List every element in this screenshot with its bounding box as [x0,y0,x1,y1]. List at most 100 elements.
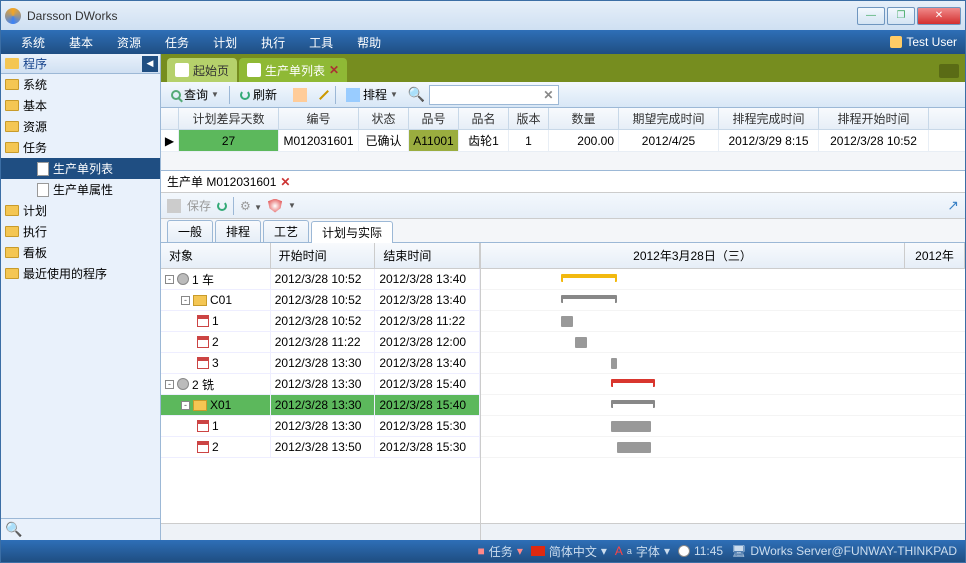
detail-row[interactable]: 12012/3/28 10:522012/3/28 11:22 [161,311,480,332]
sidebar-item[interactable]: 任务 [1,137,160,158]
grid-column[interactable]: 排程完成时间 [719,108,819,129]
menu-资源[interactable]: 资源 [105,34,153,51]
search-input[interactable] [429,85,559,105]
gantt-row [481,374,965,395]
sidebar-item[interactable]: 基本 [1,95,160,116]
refresh-button[interactable]: 刷新 [234,84,283,105]
col-start[interactable]: 开始时间 [271,243,376,268]
subtab[interactable]: 排程 [215,220,261,242]
detail-row[interactable]: 22012/3/28 11:222012/3/28 12:00 [161,332,480,353]
detail-row[interactable]: -2 铣2012/3/28 13:302012/3/28 15:40 [161,374,480,395]
gantt-row [481,332,965,353]
subtab[interactable]: 工艺 [263,220,309,242]
toolbar-edit[interactable] [317,87,331,103]
toolbar-action-1[interactable] [287,86,313,104]
binoculars-icon: 🔍 [408,86,425,103]
detail-row[interactable]: 12012/3/28 13:302012/3/28 15:30 [161,416,480,437]
sidebar-item[interactable]: 系统 [1,74,160,95]
gantt-bar[interactable] [561,274,617,282]
sidebar-item[interactable]: 执行 [1,221,160,242]
tree-toggle[interactable]: - [165,380,174,389]
tab-close-icon[interactable]: ✕ [329,63,339,77]
sidebar-item[interactable]: 生产单列表 [1,158,160,179]
sidebar-header: 程序 ◀ [1,54,160,74]
gantt-bar[interactable] [611,379,655,387]
grid-column[interactable]: 排程开始时间 [819,108,929,129]
toolbar-split[interactable]: ⚙ ▼ [240,199,262,213]
gantt-bar[interactable] [561,316,573,327]
grid-column[interactable]: 计划差异天数 [179,108,279,129]
close-button[interactable]: ✕ [917,7,961,25]
gantt-bar[interactable] [617,442,651,453]
folder-icon [193,400,207,411]
menu-计划[interactable]: 计划 [201,34,249,51]
grid-column[interactable]: 期望完成时间 [619,108,719,129]
sidebar-item[interactable]: 计划 [1,200,160,221]
tree-toggle[interactable]: - [165,275,174,284]
detail-row[interactable]: 22012/3/28 13:502012/3/28 15:30 [161,437,480,458]
clock-icon [678,545,690,557]
gantt-bar[interactable] [575,337,587,348]
user-label[interactable]: Test User [890,35,957,49]
subtab[interactable]: 一般 [167,220,213,242]
document-tab[interactable]: 起始页 [167,58,237,82]
detail-row[interactable]: -C012012/3/28 10:522012/3/28 13:40 [161,290,480,311]
tree-toggle[interactable]: - [181,296,190,305]
h-scrollbar[interactable] [161,523,480,540]
gantt-row [481,437,965,458]
doc-icon [37,183,49,197]
clear-search-button[interactable]: ✕ [543,88,553,102]
sidebar-item[interactable]: 资源 [1,116,160,137]
titlebar: Darsson DWorks — ❐ ✕ [1,1,965,30]
sidebar-item[interactable]: 看板 [1,242,160,263]
col-object[interactable]: 对象 [161,243,271,268]
refresh-icon[interactable] [217,201,227,211]
menu-帮助[interactable]: 帮助 [345,34,393,51]
collapse-sidebar-button[interactable]: ◀ [142,56,158,72]
col-end[interactable]: 结束时间 [375,243,480,268]
document-tab[interactable]: 生产单列表✕ [239,58,347,82]
menu-任务[interactable]: 任务 [153,34,201,51]
save-button[interactable]: 保存 [187,197,211,214]
minimize-button[interactable]: — [857,7,885,25]
gantt-bar[interactable] [611,400,655,408]
popout-button[interactable]: ↗ [947,197,959,214]
menu-基本[interactable]: 基本 [57,34,105,51]
menu-工具[interactable]: 工具 [297,34,345,51]
folder-icon [5,247,19,258]
status-bar: ■任务▾ 简体中文▾ Aa字体▾ 11:45 🖥DWorks Server@FU… [1,540,965,562]
grid-column[interactable]: 状态 [359,108,409,129]
gantt-bar[interactable] [611,421,651,432]
schedule-button[interactable]: 排程 ▼ [340,84,404,105]
sidebar: 程序 ◀ 系统基本资源任务生产单列表生产单属性计划执行看板最近使用的程序 🔍 [1,54,161,540]
shield-icon[interactable] [268,199,282,213]
subtab[interactable]: 计划与实际 [311,221,393,243]
gantt-row [481,395,965,416]
gantt-chart: 2012年3月28日（三） 2012年 [481,243,965,540]
detail-row[interactable]: 32012/3/28 13:302012/3/28 13:40 [161,353,480,374]
grid-column[interactable]: 品名 [459,108,509,129]
grid-column[interactable]: 数量 [549,108,619,129]
gantt-bar[interactable] [611,358,617,369]
pencil-icon [319,90,329,100]
gantt-bar[interactable] [561,295,617,303]
h-scrollbar[interactable] [481,523,965,540]
tab-overflow-icon[interactable] [939,64,959,78]
grid-column[interactable]: 编号 [279,108,359,129]
tab-icon [247,63,261,77]
tree-toggle[interactable]: - [181,401,190,410]
detail-row[interactable]: -X012012/3/28 13:302012/3/28 15:40 [161,395,480,416]
detail-row[interactable]: -1 车2012/3/28 10:522012/3/28 13:40 [161,269,480,290]
grid-column[interactable]: 版本 [509,108,549,129]
menu-执行[interactable]: 执行 [249,34,297,51]
query-button[interactable]: 查询 ▼ [165,84,225,105]
sidebar-item[interactable]: 生产单属性 [1,179,160,200]
maximize-button[interactable]: ❐ [887,7,915,25]
calendar-icon [197,441,209,453]
sidebar-item[interactable]: 最近使用的程序 [1,263,160,284]
subpanel-close-button[interactable]: ✕ [280,175,290,189]
binoculars-icon[interactable]: 🔍 [5,521,22,538]
table-row[interactable]: ▶27M012031601已确认A11001齿轮11200.002012/4/2… [161,130,965,152]
menu-系统[interactable]: 系统 [9,34,57,51]
grid-column[interactable]: 品号 [409,108,459,129]
